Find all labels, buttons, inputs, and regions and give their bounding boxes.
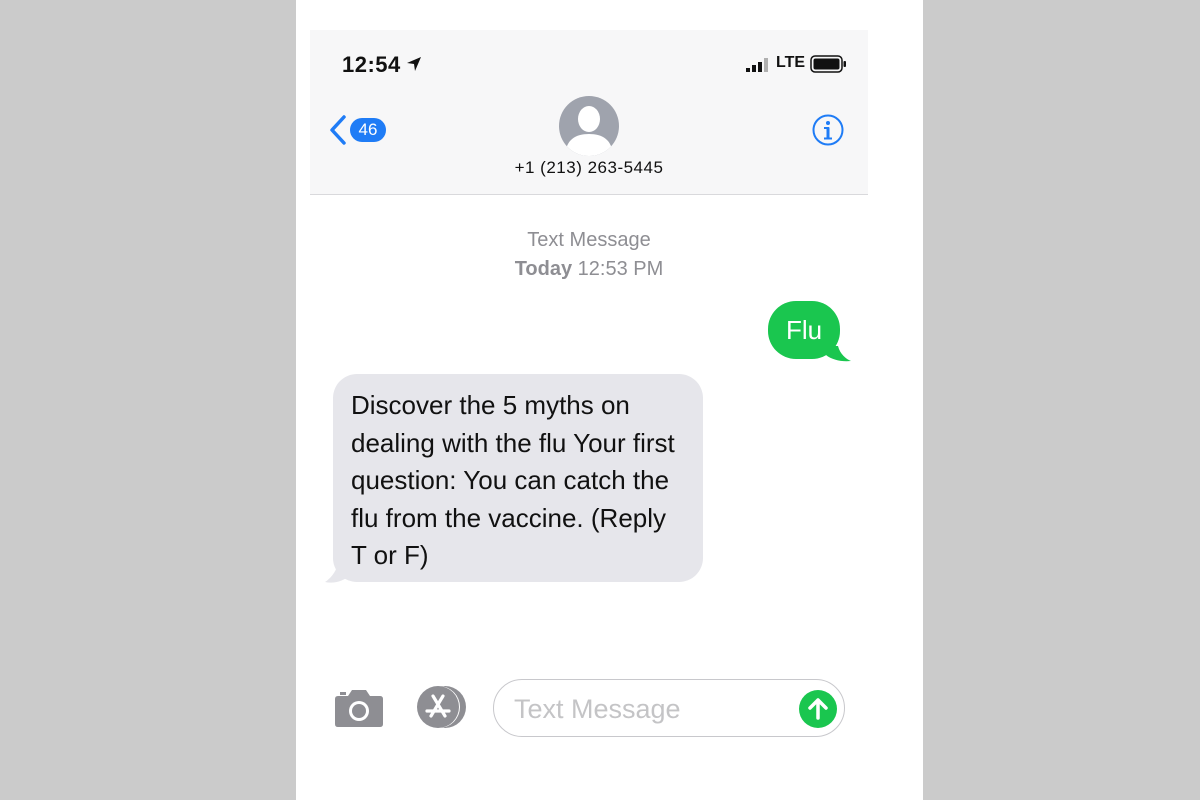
camera-icon[interactable]	[334, 686, 384, 728]
battery-icon	[810, 55, 846, 73]
location-arrow-icon	[407, 57, 421, 71]
timestamp: Today 12:53 PM	[310, 255, 868, 284]
thread-header: Text Message Today 12:53 PM	[310, 226, 868, 284]
message-input[interactable]	[512, 690, 786, 728]
app-store-icon[interactable]	[414, 685, 468, 729]
time-label: 12:53 PM	[572, 258, 664, 280]
send-arrow-icon	[808, 698, 828, 720]
info-icon[interactable]	[812, 114, 844, 146]
service-label: Text Message	[527, 229, 651, 251]
send-button[interactable]	[799, 690, 837, 728]
outgoing-bubble-tail	[822, 346, 851, 362]
incoming-bubble-tail	[325, 564, 354, 583]
message-field[interactable]	[493, 679, 845, 737]
incoming-message-bubble[interactable]: Discover the 5 myths on dealing with the…	[333, 374, 703, 582]
phone-frame: 12:54 LTE 46 +1 (213) 263-5445 Text Mess…	[296, 0, 923, 800]
conversation-header: 12:54 LTE 46 +1 (213) 263-5445	[310, 30, 868, 195]
day-label: Today	[514, 258, 573, 280]
status-time: 12:54	[342, 52, 401, 77]
network-type: LTE	[776, 54, 806, 71]
back-button[interactable]: 46	[328, 112, 394, 148]
messages-screen: 12:54 LTE 46 +1 (213) 263-5445 Text Mess…	[310, 30, 868, 800]
contact-avatar-icon[interactable]	[559, 96, 619, 156]
contact-name[interactable]: +1 (213) 263-5445	[310, 158, 868, 178]
unread-count-badge: 46	[350, 118, 386, 142]
chevron-left-icon	[330, 115, 346, 145]
cellular-signal-icon	[746, 58, 768, 72]
